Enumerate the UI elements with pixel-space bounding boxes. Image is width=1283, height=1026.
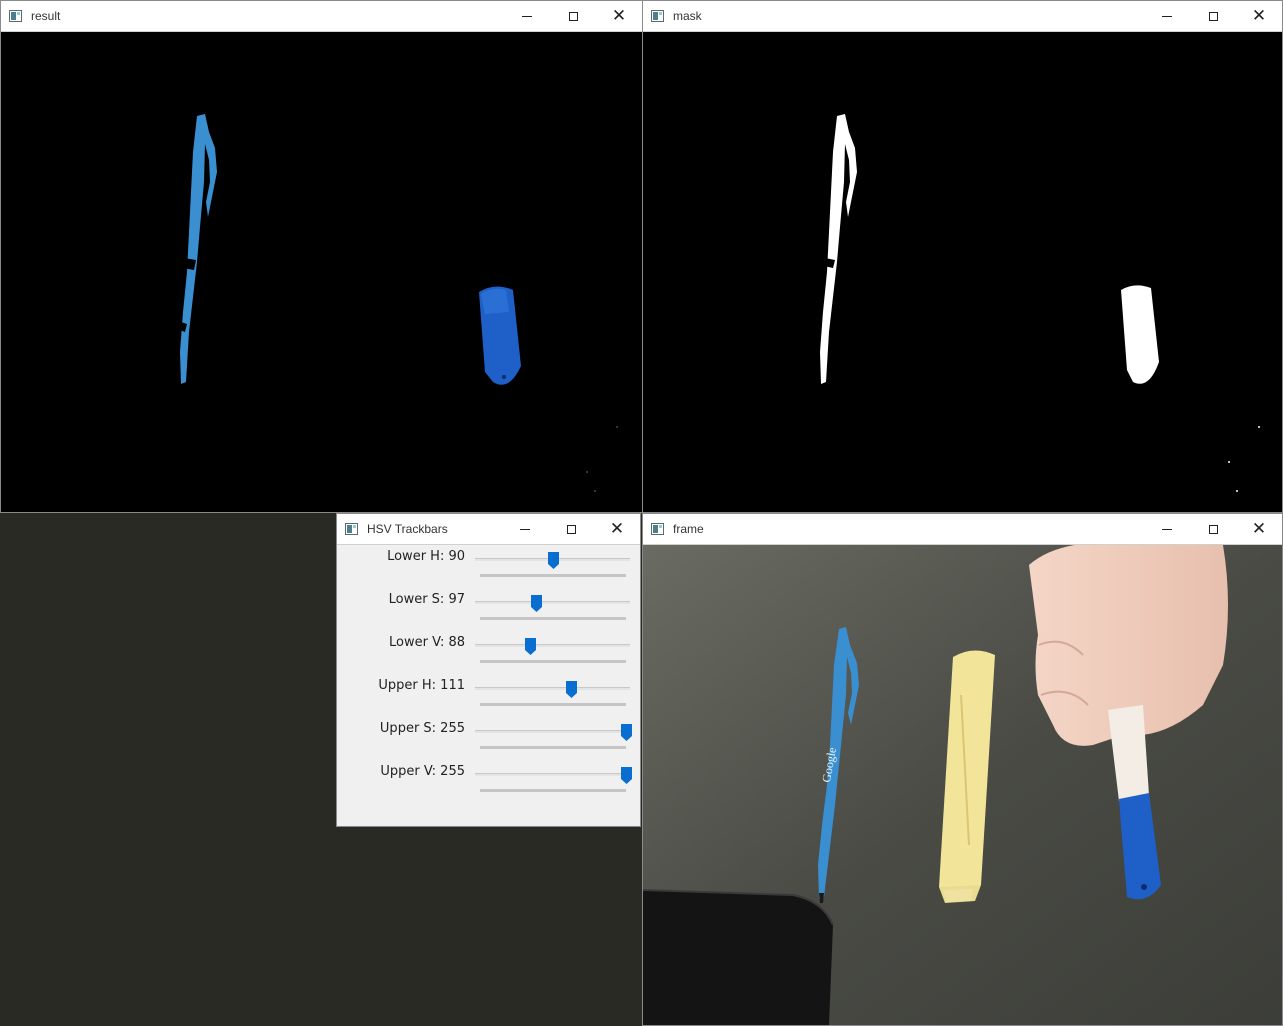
trackbar-slider[interactable] [475, 601, 630, 604]
trackbar-label: Lower S: 97 [388, 592, 465, 607]
trackbar-panel: Lower H: 90 Lower S: 97 Lower V: 88 Upper H… [337, 545, 640, 826]
trackbar-thumb[interactable] [621, 724, 632, 741]
trackbar-range-line [480, 574, 626, 577]
close-icon: ✕ [1251, 518, 1267, 539]
close-icon: ✕ [609, 518, 625, 539]
close-button[interactable]: ✕ [1236, 514, 1282, 544]
title-bar[interactable]: mask ✕ [643, 1, 1282, 32]
window-icon [651, 10, 664, 22]
minimize-icon [1162, 15, 1172, 17]
minimize-icon [1162, 528, 1172, 530]
close-icon: ✕ [1251, 5, 1267, 26]
trackbar-label: Upper H: 111 [378, 678, 465, 693]
hsv-trackbars-window: HSV Trackbars ✕ Lower H: 90 Lower S: 97 Lo… [336, 513, 641, 827]
trackbar-row: Lower S: 97 [337, 592, 639, 635]
window-icon [9, 10, 22, 22]
trackbar-slider[interactable] [475, 773, 630, 776]
maximize-icon [568, 11, 578, 21]
trackbar-range-line [480, 789, 626, 792]
trackbar-range-line [480, 660, 626, 663]
trackbar-thumb[interactable] [565, 681, 577, 698]
minimize-icon [522, 15, 532, 17]
maximize-button[interactable] [1190, 1, 1236, 31]
result-window: result ✕ [0, 0, 643, 513]
trackbar-thumb[interactable] [525, 638, 537, 655]
laptop-corner [643, 890, 833, 1025]
trackbar-row: Lower H: 90 [337, 549, 639, 592]
trackbar-label: Upper S: 255 [379, 721, 465, 736]
window-title: HSV Trackbars [367, 522, 448, 536]
window-icon [345, 523, 358, 535]
maximize-button[interactable] [1190, 514, 1236, 544]
minimize-icon [520, 528, 530, 530]
trackbar-row: Upper V: 255 [337, 764, 639, 807]
trackbar-range-line [480, 617, 626, 620]
mask-image [643, 32, 1282, 512]
minimize-button[interactable] [504, 1, 550, 31]
close-button[interactable]: ✕ [594, 514, 640, 544]
window-title: frame [673, 522, 704, 536]
trackbar-thumb[interactable] [621, 767, 632, 784]
trackbar-label: Lower H: 90 [387, 549, 465, 564]
trackbar-label: Lower V: 88 [389, 635, 465, 650]
window-icon [651, 523, 664, 535]
minimize-button[interactable] [1144, 1, 1190, 31]
maximize-icon [566, 524, 576, 534]
window-title: mask [673, 9, 702, 23]
mask-window: mask ✕ [642, 0, 1283, 513]
window-title: result [31, 9, 61, 23]
minimize-button[interactable] [1144, 514, 1190, 544]
trackbar-slider[interactable] [475, 730, 630, 733]
title-bar[interactable]: HSV Trackbars ✕ [337, 514, 640, 545]
trackbar-row: Upper S: 255 [337, 721, 639, 764]
trackbar-slider[interactable] [475, 687, 630, 690]
close-button[interactable]: ✕ [1236, 1, 1282, 31]
frame-window: frame ✕ Google [642, 513, 1283, 1026]
trackbar-thumb[interactable] [530, 595, 542, 612]
trackbar-thumb[interactable] [548, 552, 560, 569]
trackbar-range-line [480, 746, 626, 749]
close-button[interactable]: ✕ [596, 1, 642, 31]
camera-frame-image: Google [643, 545, 1282, 1025]
trackbar-label: Upper V: 255 [380, 764, 465, 779]
trackbar-row: Lower V: 88 [337, 635, 639, 678]
title-bar[interactable]: result ✕ [1, 1, 642, 32]
maximize-button[interactable] [548, 514, 594, 544]
maximize-icon [1208, 11, 1218, 21]
minimize-button[interactable] [502, 514, 548, 544]
trackbar-range-line [480, 703, 626, 706]
trackbar-row: Upper H: 111 [337, 678, 639, 721]
close-icon: ✕ [611, 5, 627, 26]
result-image [1, 32, 642, 512]
maximize-button[interactable] [550, 1, 596, 31]
title-bar[interactable]: frame ✕ [643, 514, 1282, 545]
trackbar-slider[interactable] [475, 644, 630, 647]
maximize-icon [1208, 524, 1218, 534]
